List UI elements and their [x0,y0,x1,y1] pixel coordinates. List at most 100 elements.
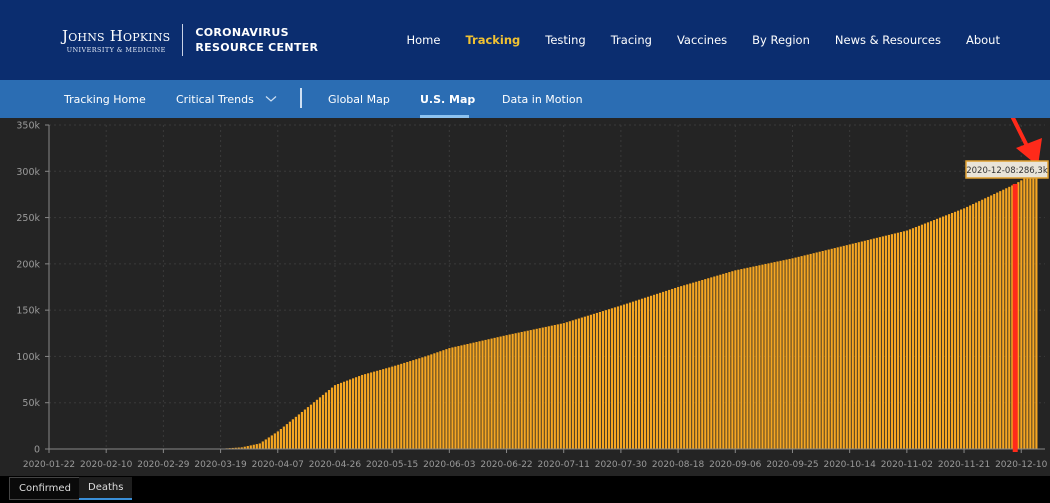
bar [725,272,728,449]
bar [908,229,912,449]
x-tick-label: 2020-11-02 [881,460,933,470]
bar [448,348,451,449]
bar [845,245,848,449]
bar [794,257,797,449]
nav-vaccines[interactable]: Vaccines [677,33,727,47]
bar [954,211,957,449]
bar [568,321,571,449]
bar [851,243,854,449]
critical-trends-label: Critical Trends [176,93,254,106]
bar [370,372,373,449]
bar [637,299,641,449]
y-tick-label: 350k [16,121,40,132]
subnav-global-map[interactable]: Global Map [328,93,390,106]
bar [532,329,535,449]
bar [821,250,824,449]
bar [358,376,361,449]
bar [833,248,836,449]
nav-home[interactable]: Home [406,33,440,47]
bar [553,325,556,449]
bar [653,294,656,449]
bar [947,214,951,449]
y-tick-label: 200k [16,259,40,270]
nav-by-region[interactable]: By Region [752,33,810,47]
bar [583,316,586,449]
bar [613,307,617,449]
main-nav: Home Tracking Testing Tracing Vaccines B… [381,33,1000,47]
x-tick-label: 2020-02-29 [137,460,190,470]
subnav-critical-trends[interactable]: Critical Trends [176,93,277,106]
bar [276,431,279,449]
bar [628,302,632,449]
bar [249,445,252,449]
jhu-logo[interactable]: Johns Hopkins UNIVERSITY & MEDICINE CORO… [62,24,318,56]
highlight-marker [1012,183,1018,452]
bar [1002,189,1005,449]
bar [409,361,412,449]
bar [689,283,692,449]
bar [815,252,818,449]
bar [719,274,722,449]
bar [478,341,481,449]
bar [935,218,939,449]
tooltip-text: 2020-12-08:286,3k [966,166,1048,176]
bar [990,195,993,449]
nav-tracing[interactable]: Tracing [611,33,652,47]
bar [288,421,291,449]
bar [746,267,749,449]
nav-about[interactable]: About [966,33,1000,47]
x-tick-label: 2020-07-30 [595,460,648,470]
bar [433,353,436,449]
bar [941,216,945,449]
bar [279,428,282,449]
bar [1020,180,1023,449]
bar [312,402,316,449]
bar [890,234,893,449]
site-title-line1: CORONAVIRUS [195,26,289,39]
bar [869,239,872,449]
bar [806,254,809,449]
nav-news-resources[interactable]: News & Resources [835,33,941,47]
x-tick-label: 2020-11-21 [938,460,990,470]
tab-deaths[interactable]: Deaths [79,477,133,500]
bar [917,225,921,449]
bar [776,261,779,449]
bar [352,378,355,449]
bar [951,212,954,449]
subnav-us-map[interactable]: U.S. Map [420,93,475,106]
bar [737,269,740,449]
bar [996,192,999,450]
bar [324,392,328,449]
x-tick-label: 2020-12-10 [995,460,1048,470]
x-tick-label: 2020-02-10 [80,460,133,470]
bar [502,335,505,449]
bar [734,270,737,449]
bar [391,366,394,449]
bar [556,324,559,449]
bar [875,237,878,449]
bar [349,379,352,449]
bar [884,235,887,449]
bar [1023,178,1026,450]
bar [634,300,638,449]
subnav-tracking-home[interactable]: Tracking Home [64,93,146,106]
bar [382,369,385,449]
bar [285,424,288,449]
bar [454,346,457,449]
subnav-data-in-motion[interactable]: Data in Motion [502,93,583,106]
nav-tracking[interactable]: Tracking [465,33,520,47]
bar [535,328,538,449]
bar [767,263,770,449]
bar [749,267,752,449]
y-tick-label: 50k [22,398,40,409]
bar [1029,174,1032,449]
bar [758,265,761,449]
bar [656,293,659,449]
bar [911,228,915,449]
bar [643,297,647,449]
nav-testing[interactable]: Testing [545,33,585,47]
x-tick-label: 2020-06-03 [423,460,475,470]
deaths-chart[interactable]: 0 50k 100k 150k 200k 250k 300k 350k 2020-01-22 20… [0,118,1050,476]
tab-confirmed[interactable]: Confirmed [9,477,81,500]
bar [987,196,990,449]
